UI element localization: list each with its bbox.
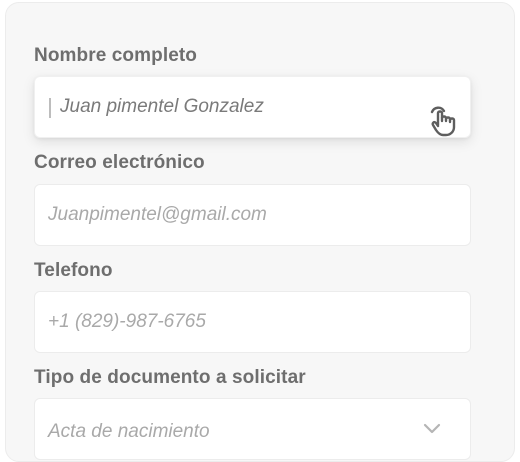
full-name-value: Juan pimentel Gonzalez [60, 96, 264, 117]
phone-label: Telefono [34, 260, 113, 281]
document-type-value: Acta de nacimiento [48, 421, 210, 442]
full-name-field[interactable]: Juan pimentel Gonzalez [34, 76, 471, 138]
email-label: Correo electrónico [34, 152, 205, 173]
text-caret [49, 98, 51, 118]
phone-placeholder: +1 (829)-987-6765 [48, 311, 206, 332]
email-placeholder: Juanpimentel@gmail.com [48, 204, 267, 225]
full-name-label: Nombre completo [34, 45, 198, 66]
pointer-hand-icon [430, 106, 456, 137]
phone-field[interactable]: +1 (829)-987-6765 [34, 291, 471, 353]
document-type-select[interactable]: Acta de nacimiento [34, 398, 471, 460]
document-type-label: Tipo de documento a solicitar [34, 367, 306, 388]
chevron-down-icon[interactable] [422, 421, 442, 435]
email-field[interactable]: Juanpimentel@gmail.com [34, 184, 471, 246]
